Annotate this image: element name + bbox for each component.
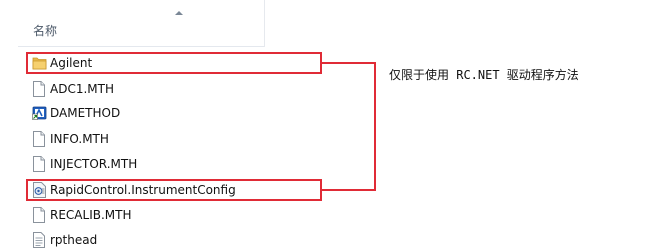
file-name: INFO.MTH [50,132,109,146]
file-row-rpthead[interactable]: rpthead [32,231,264,249]
file-explorer: 名称 Agilent ADC1.MTH DAMETHOD INFO.MTH IN… [0,0,266,252]
document-icon [32,156,46,172]
file-name: rpthead [50,233,98,247]
header-divider [18,46,264,47]
text-file-icon [32,232,46,248]
file-name: RECALIB.MTH [50,208,132,222]
file-row-info[interactable]: INFO.MTH [32,130,264,148]
annotation-text: 仅限于使用 RC.NET 驱动程序方法 [389,68,579,82]
highlight-box-rapidcontrol [26,179,322,201]
file-name: INJECTOR.MTH [50,157,138,171]
file-name: DAMETHOD [50,106,121,120]
name-column-label: 名称 [33,24,58,38]
name-column-header[interactable]: 名称 [18,0,265,47]
document-icon [32,81,46,97]
file-row-injector[interactable]: INJECTOR.MTH [32,155,264,173]
file-name: ADC1.MTH [50,82,114,96]
file-row-damethod[interactable]: DAMETHOD [32,104,264,122]
app-shortcut-icon [32,105,47,121]
document-icon [32,207,46,223]
file-row-adc1[interactable]: ADC1.MTH [32,80,264,98]
document-icon [32,131,46,147]
file-row-recalib[interactable]: RECALIB.MTH [32,206,264,224]
sort-ascending-icon [175,11,183,15]
highlight-box-agilent [26,52,322,74]
